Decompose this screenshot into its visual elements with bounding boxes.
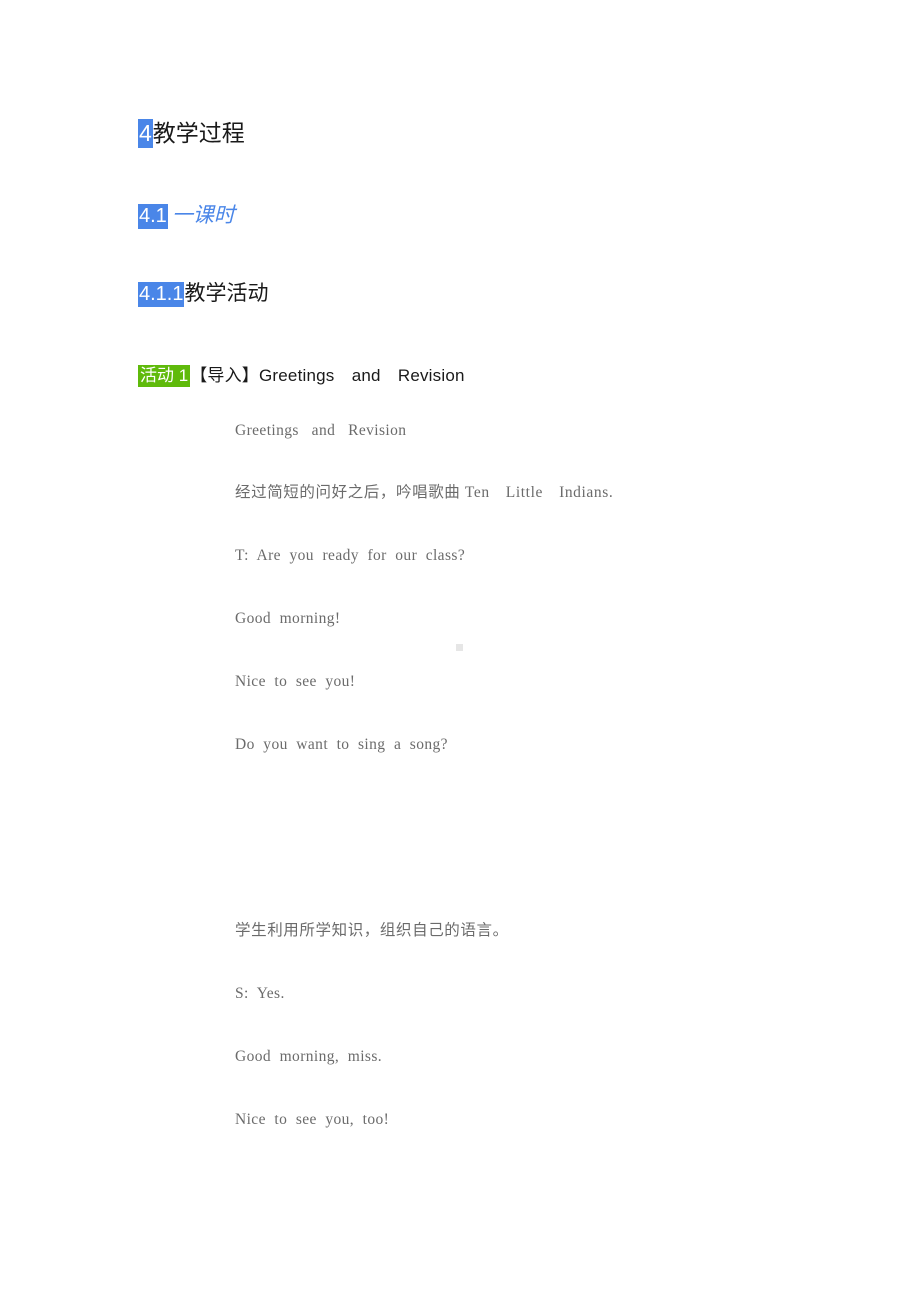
body-line: 学生利用所学知识，组织自己的语言。 <box>235 922 509 939</box>
heading-number-4-1: 4.1 <box>138 204 168 229</box>
body-line: T: Are you ready for our class? <box>235 547 466 564</box>
activity-title: 【导入】Greetings and Revision <box>190 366 465 385</box>
heading-title-4: 教学过程 <box>152 120 245 146</box>
body-line: S: Yes. <box>235 985 285 1002</box>
body-line: Nice to see you! <box>235 673 356 690</box>
body-line: Good morning, miss. <box>235 1048 383 1065</box>
heading-level-3: 4.1.1教学活动 <box>138 281 269 307</box>
activity-heading: 活动 1 【导入】Greetings and Revision <box>138 365 465 387</box>
heading-title-4-1-1: 教学活动 <box>184 282 269 305</box>
body-line: 经过简短的问好之后，吟唱歌曲 Ten Little Indians. <box>235 484 614 501</box>
document-page: 4教学过程 4.1 一课时 4.1.1教学活动 活动 1 【导入】Greetings… <box>0 0 920 1302</box>
anchor-mark-icon <box>456 644 463 651</box>
body-line: Do you want to sing a song? <box>235 736 448 753</box>
body-line: Good morning! <box>235 610 341 627</box>
heading-level-1: 4教学过程 <box>138 119 245 148</box>
heading-level-2: 4.1 一课时 <box>138 203 235 229</box>
heading-number-4-1-1: 4.1.1 <box>138 282 185 307</box>
heading-title-4-1: 一课时 <box>171 204 235 227</box>
body-line: Nice to see you, too! <box>235 1111 390 1128</box>
activity-badge: 活动 1 <box>138 365 191 387</box>
heading-number-4: 4 <box>138 119 153 148</box>
body-line: Greetings and Revision <box>235 422 407 439</box>
